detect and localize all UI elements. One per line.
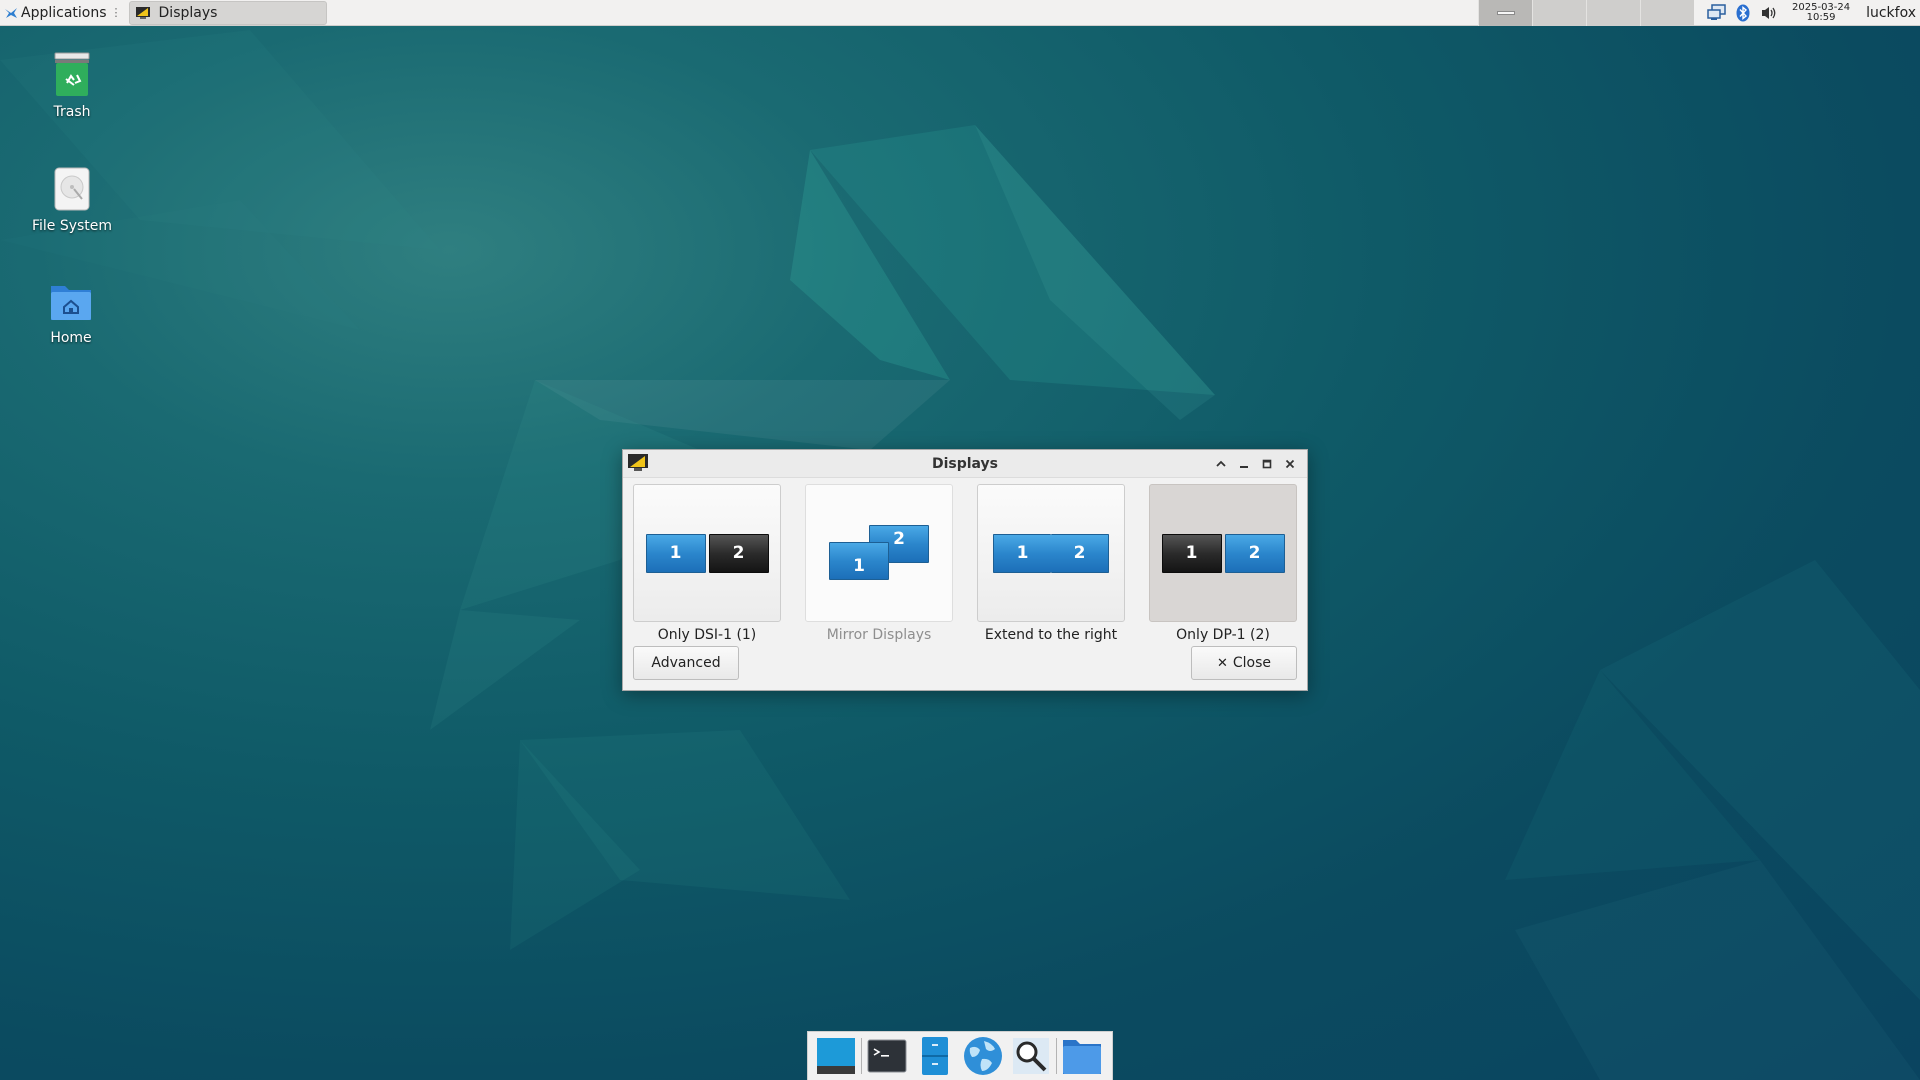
dock-home-folder[interactable] [1058, 1034, 1106, 1078]
option-only-dp-1[interactable]: 1 2 Only DP-1 (2) [1149, 484, 1297, 643]
dock-show-desktop[interactable] [812, 1034, 860, 1078]
option-preview: 1 2 [633, 484, 781, 622]
close-x-icon: ✕ [1216, 655, 1228, 671]
desktop-icon-file-system[interactable]: File System [12, 166, 132, 234]
option-label: Mirror Displays [826, 627, 932, 643]
top-panel: Applications ⋮ Displays 2025-03-24 10:59… [0, 0, 1920, 26]
trash-icon [54, 52, 90, 96]
option-preview: 1 2 [977, 484, 1125, 622]
workspace-4[interactable] [1640, 0, 1695, 26]
system-tray [1704, 0, 1782, 26]
desktop-icon-label: Home [50, 330, 92, 346]
show-desktop-icon [817, 1038, 855, 1074]
close-window-button[interactable] [1278, 454, 1301, 474]
desktop-icon-home[interactable]: Home [11, 280, 131, 346]
screens-preview: 1 2 [645, 533, 769, 573]
bluetooth-glyph-icon [1736, 4, 1750, 21]
dock-web-browser[interactable] [959, 1034, 1007, 1078]
screens-preview: 1 2 [1161, 533, 1285, 573]
applications-menu-button[interactable]: Applications ⋮ [0, 0, 126, 26]
file-manager-icon [922, 1037, 948, 1075]
option-label: Extend to the right [984, 627, 1118, 643]
volume-icon[interactable] [1756, 0, 1782, 26]
web-browser-icon [964, 1037, 1002, 1075]
dock-separator [1056, 1038, 1057, 1074]
screen-2-on: 2 [1051, 533, 1109, 573]
display-mode-options: 1 2 Only DSI-1 (1) 2 1 Mirror Displays 1… [633, 484, 1297, 643]
bottom-dock [807, 1031, 1113, 1080]
app-finder-icon [1013, 1038, 1049, 1074]
screen-1-on: 1 [645, 533, 706, 573]
terminal-icon [867, 1039, 907, 1073]
minimize-button[interactable] [1232, 454, 1255, 474]
desktop-icon-label: File System [31, 218, 113, 234]
screen-1-on: 1 [829, 542, 889, 580]
maximize-icon [1262, 459, 1271, 469]
display-settings-icon [628, 454, 648, 471]
xfce-logo-icon [5, 7, 17, 18]
user-menu[interactable]: luckfox [1860, 5, 1920, 21]
close-button-label: Close [1232, 655, 1272, 671]
network-monitor-icon [1707, 3, 1726, 20]
dialog-title: Displays [931, 455, 999, 472]
dock-separator [861, 1038, 862, 1074]
screens-preview: 2 1 [829, 525, 929, 581]
screen-1-on: 1 [993, 533, 1051, 573]
screens-preview: 1 2 [993, 533, 1109, 573]
close-button[interactable]: ✕ Close [1191, 646, 1297, 680]
screen-2-off: 2 [708, 533, 769, 573]
minimize-icon [1239, 466, 1248, 468]
home-folder-icon [51, 286, 91, 320]
clock-time: 10:59 [1806, 11, 1836, 23]
workspace-window-thumbnail [1496, 10, 1515, 15]
displays-dialog: Displays 1 2 Only DSI-1 (1) 2 1 Mirror D… [622, 449, 1308, 691]
dock-terminal[interactable] [863, 1034, 911, 1078]
workspace-3[interactable] [1586, 0, 1641, 26]
network-icon[interactable] [1704, 0, 1730, 26]
desktop-icon-label: Trash [53, 104, 91, 120]
advanced-button[interactable]: Advanced [633, 646, 739, 680]
bluetooth-icon[interactable] [1730, 0, 1756, 26]
panel-separator: ⋮ [110, 6, 122, 19]
display-settings-icon [135, 6, 150, 19]
shade-button[interactable] [1209, 454, 1232, 474]
screen-2-on: 2 [1224, 533, 1285, 573]
speaker-icon [1762, 6, 1776, 19]
drive-icon [54, 167, 90, 211]
desktop-icon-trash[interactable]: Trash [12, 52, 132, 120]
window-controls [1209, 454, 1301, 474]
taskbar-window-displays[interactable]: Displays [128, 0, 327, 25]
workspace-1[interactable] [1478, 0, 1533, 26]
option-preview: 2 1 [805, 484, 953, 622]
close-icon [1285, 459, 1294, 469]
option-only-dsi-1[interactable]: 1 2 Only DSI-1 (1) [633, 484, 781, 643]
workspace-switcher [1478, 0, 1695, 26]
dock-file-manager[interactable] [911, 1034, 959, 1078]
workspace-2[interactable] [1532, 0, 1587, 26]
option-label: Only DP-1 (2) [1176, 627, 1270, 643]
panel-clock[interactable]: 2025-03-24 10:59 [1782, 0, 1860, 26]
screen-1-off: 1 [1161, 533, 1222, 573]
option-extend-right[interactable]: 1 2 Extend to the right [977, 484, 1125, 643]
option-label: Only DSI-1 (1) [657, 627, 757, 643]
maximize-button[interactable] [1255, 454, 1278, 474]
applications-menu-label: Applications [21, 4, 107, 21]
taskbar-window-title: Displays [158, 4, 218, 21]
option-preview: 1 2 [1149, 484, 1297, 622]
clock-date: 2025-03-24 [1792, 1, 1851, 13]
chevron-up-icon [1215, 460, 1226, 467]
dock-app-finder[interactable] [1007, 1034, 1055, 1078]
dialog-titlebar[interactable]: Displays [623, 450, 1307, 478]
option-mirror-displays: 2 1 Mirror Displays [805, 484, 953, 643]
home-folder-icon [1063, 1040, 1101, 1074]
